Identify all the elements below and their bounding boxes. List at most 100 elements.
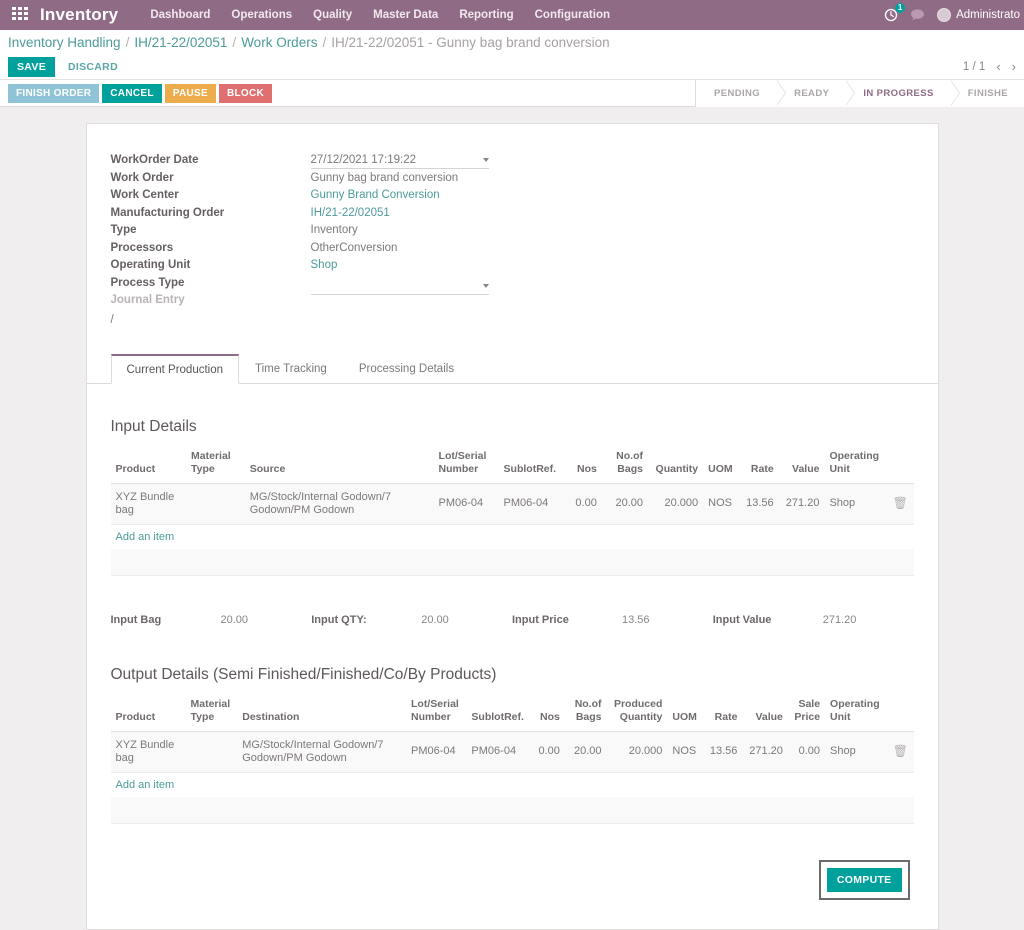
work-order-form: WorkOrder Date 27/12/2021 17:19:22 Work …	[111, 154, 914, 326]
breadcrumb-item-work-orders[interactable]: Work Orders	[241, 35, 317, 50]
cell-destination[interactable]: MG/Stock/Internal Godown/7 Godown/PM God…	[237, 731, 406, 773]
process-type-select[interactable]	[310, 280, 489, 295]
cell-produced-quantity[interactable]: 20.000	[606, 731, 668, 773]
cell-nos[interactable]: 0.00	[564, 483, 602, 525]
discard-button[interactable]: DISCARD	[68, 61, 118, 73]
cell-lot-serial[interactable]: PM06-04	[433, 483, 499, 525]
col-uom: UOM	[667, 697, 704, 732]
col-lot-serial: Lot/Serial Number	[406, 697, 467, 732]
field-operating-unit: Operating Unit Shop	[111, 259, 914, 277]
cell-rate[interactable]: 13.56	[739, 483, 779, 525]
finish-order-button[interactable]: FINISH ORDER	[8, 83, 100, 103]
col-rate: Rate	[703, 697, 743, 732]
activity-clock-icon[interactable]: 1	[884, 3, 906, 22]
breadcrumb-item-order-ref[interactable]: IH/21-22/02051	[134, 35, 227, 50]
cell-source[interactable]: MG/Stock/Internal Godown/7 Godown/PM God…	[244, 483, 434, 525]
status-step-in-progress[interactable]: IN PROGRESS	[845, 80, 961, 107]
cell-no-of-bags[interactable]: 20.00	[601, 483, 648, 525]
col-no-of-bags: No.of Bags	[564, 697, 607, 732]
menu-item-dashboard[interactable]: Dashboard	[150, 9, 210, 21]
breadcrumb-item-inventory-handling[interactable]: Inventory Handling	[8, 35, 121, 50]
cell-uom[interactable]: NOS	[703, 483, 740, 525]
total-value: 13.56	[622, 613, 650, 626]
cell-uom[interactable]: NOS	[667, 731, 704, 773]
cell-material-type[interactable]	[186, 483, 245, 525]
menu-item-reporting[interactable]: Reporting	[459, 9, 513, 21]
cell-product[interactable]: XYZ Bundle bag	[110, 483, 187, 525]
cell-material-type[interactable]	[185, 731, 238, 773]
cell-sale-price[interactable]: 0.00	[787, 731, 826, 773]
cell-value[interactable]: 271.20	[742, 731, 788, 773]
cell-operating-unit[interactable]: Shop	[825, 731, 888, 773]
table-row[interactable]: XYZ Bundle bag MG/Stock/Internal Godown/…	[110, 731, 914, 773]
tab-time-tracking[interactable]: Time Tracking	[239, 354, 343, 384]
control-bar: SAVE DISCARD 1 / 1 ‹ ›	[0, 54, 1024, 80]
cancel-button[interactable]: CANCEL	[102, 83, 162, 103]
apps-grid-icon[interactable]	[12, 7, 30, 23]
tab-current-production[interactable]: Current Production	[110, 353, 240, 384]
status-step-ready[interactable]: READY	[776, 80, 856, 107]
operating-unit-link[interactable]: Shop	[311, 259, 338, 271]
work-center-link[interactable]: Gunny Brand Conversion	[311, 189, 440, 201]
menu-item-configuration[interactable]: Configuration	[535, 9, 610, 21]
app-brand-inventory[interactable]: Inventory	[40, 5, 118, 25]
trash-icon[interactable]: 🗑	[893, 496, 908, 510]
user-name-label: Administrato	[956, 9, 1020, 21]
pager-count: 1 / 1	[962, 60, 986, 73]
cell-nos[interactable]: 0.00	[531, 731, 565, 773]
cell-operating-unit[interactable]: Shop	[824, 483, 887, 525]
total-input-price: Input Price 13.56	[512, 614, 713, 626]
output-details-title: Output Details (Semi Finished/Finished/C…	[110, 665, 497, 683]
cell-rate[interactable]: 13.56	[703, 731, 743, 773]
cell-lot-serial[interactable]: PM06-04	[406, 731, 467, 773]
pause-button[interactable]: PAUSE	[164, 83, 216, 103]
trash-icon[interactable]: 🗑	[893, 744, 908, 758]
cell-quantity[interactable]: 20.000	[647, 483, 704, 525]
workorder-date-input[interactable]: 27/12/2021 17:19:22	[310, 154, 489, 169]
status-step-finished[interactable]: FINISHE	[949, 80, 1024, 107]
manufacturing-order-link[interactable]: IH/21-22/02051	[311, 207, 390, 219]
save-button[interactable]: SAVE	[8, 56, 56, 77]
cell-sublot-ref[interactable]: PM06-04	[466, 731, 532, 773]
total-value: 20.00	[220, 613, 249, 626]
breadcrumb-separator: /	[322, 34, 327, 50]
chevron-left-icon[interactable]: ‹	[996, 59, 1000, 74]
user-menu[interactable]: Administrato	[937, 8, 1020, 22]
compute-button[interactable]: COMPUTE	[826, 867, 902, 892]
field-label: Processors	[110, 241, 174, 254]
user-avatar-icon	[937, 8, 952, 22]
compute-button-area: COMPUTE	[111, 859, 914, 900]
col-source: Source	[244, 449, 434, 484]
menu-item-operations[interactable]: Operations	[231, 9, 292, 21]
chevron-right-icon[interactable]: ›	[1012, 59, 1016, 74]
chat-bubble-icon[interactable]	[910, 8, 925, 22]
input-add-an-item-button[interactable]: Add an item	[111, 525, 180, 549]
col-actions	[886, 449, 914, 484]
col-product: Product	[110, 449, 187, 484]
field-label: Operating Unit	[110, 259, 191, 271]
menu-item-quality[interactable]: Quality	[313, 9, 352, 21]
chevron-down-icon[interactable]	[482, 158, 489, 162]
cell-value[interactable]: 271.20	[778, 483, 825, 525]
status-step-pending[interactable]: PENDING	[695, 80, 787, 107]
cell-product[interactable]: XYZ Bundle bag	[110, 731, 186, 773]
chevron-down-icon[interactable]	[482, 283, 489, 288]
field-work-order: Work Order Gunny bag brand conversion	[111, 172, 914, 190]
col-operating-unit: Operating Unit	[824, 449, 887, 484]
col-value: Value	[742, 697, 788, 732]
block-button[interactable]: BLOCK	[218, 83, 273, 103]
cell-sublot-ref[interactable]: PM06-04	[498, 483, 565, 525]
record-pager: 1 / 1 ‹ ›	[963, 59, 1016, 74]
table-row[interactable]: XYZ Bundle bag MG/Stock/Internal Godown/…	[110, 483, 914, 525]
col-produced-quantity: Produced Quantity	[606, 697, 668, 732]
compute-focus-ring: COMPUTE	[818, 859, 910, 900]
journal-entry-slash: /	[110, 313, 114, 326]
tab-processing-details[interactable]: Processing Details	[343, 354, 470, 384]
col-actions	[887, 697, 914, 732]
cell-no-of-bags[interactable]: 20.00	[564, 731, 607, 773]
total-label: Input Value	[712, 613, 772, 626]
total-label: Input Bag	[110, 613, 162, 626]
menu-item-master-data[interactable]: Master Data	[373, 9, 438, 21]
work-order-value: Gunny bag brand conversion	[310, 171, 459, 184]
output-add-an-item-button[interactable]: Add an item	[111, 773, 180, 797]
